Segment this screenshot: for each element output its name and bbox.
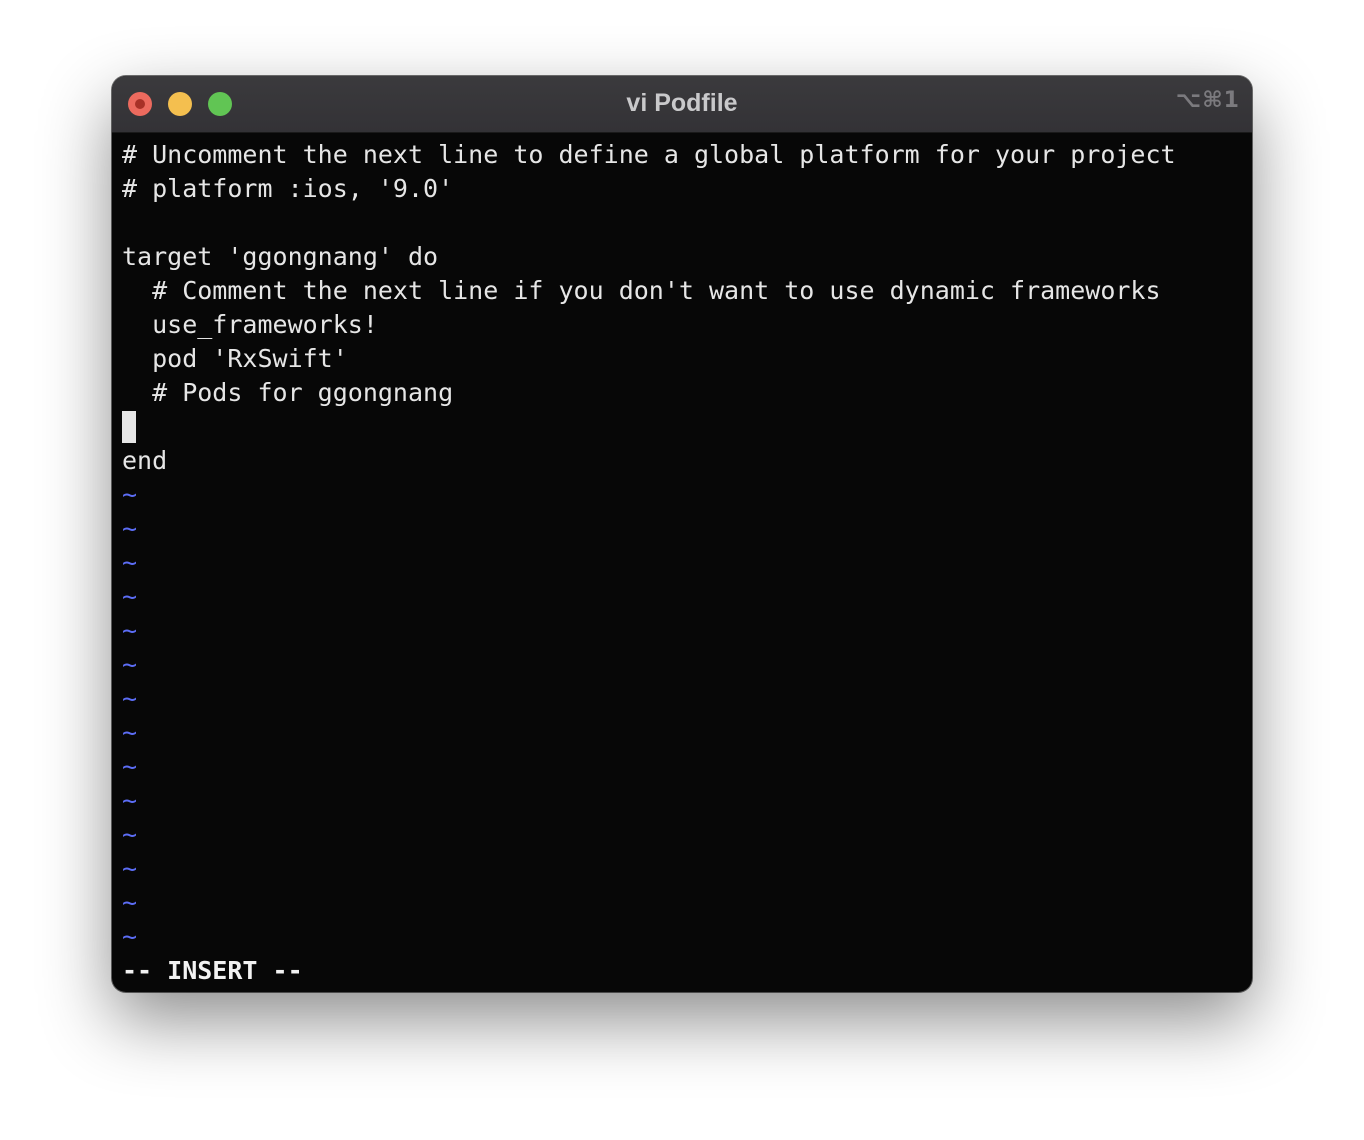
code-line: pod 'RxSwift' xyxy=(122,344,348,373)
window-shortcut: ⌥⌘1 xyxy=(1175,88,1240,113)
empty-line-marker: ~ xyxy=(122,548,138,577)
vim-mode-indicator: -- INSERT -- xyxy=(122,956,303,985)
empty-line-marker: ~ xyxy=(122,480,138,509)
terminal-window: vi Podfile ⌥⌘1 # Uncomment the next line… xyxy=(112,76,1252,992)
cursor-line xyxy=(122,410,1242,444)
empty-line-marker: ~ xyxy=(122,684,138,713)
empty-line-marker: ~ xyxy=(122,650,138,679)
code-line: # platform :ios, '9.0' xyxy=(122,174,454,203)
empty-line-marker: ~ xyxy=(122,752,138,781)
empty-line-marker: ~ xyxy=(122,514,138,543)
title-bar: vi Podfile ⌥⌘1 xyxy=(112,76,1252,133)
empty-line-marker: ~ xyxy=(122,582,138,611)
code-line: # Pods for ggongnang xyxy=(122,378,454,407)
empty-line-marker: ~ xyxy=(122,616,138,645)
editor-buffer[interactable]: # Uncomment the next line to define a gl… xyxy=(122,138,1242,954)
empty-line-marker: ~ xyxy=(122,786,138,815)
empty-line-marker: ~ xyxy=(122,888,138,917)
empty-lines: ~ ~ ~ ~ ~ ~ ~ ~ ~ ~ ~ ~ ~ ~ xyxy=(122,478,1242,954)
empty-line-marker: ~ xyxy=(122,854,138,883)
code-line: # Uncomment the next line to define a gl… xyxy=(122,140,1176,169)
code-line: use_frameworks! xyxy=(122,310,378,339)
text-cursor xyxy=(122,411,136,443)
code-line: end xyxy=(122,446,168,475)
window-title: vi Podfile xyxy=(626,89,738,117)
empty-line-marker: ~ xyxy=(122,922,138,951)
empty-line-marker: ~ xyxy=(122,820,138,849)
code-line: # Comment the next line if you don't wan… xyxy=(122,276,1161,305)
code-line: target 'ggongnang' do xyxy=(122,242,439,271)
empty-line-marker: ~ xyxy=(122,718,138,747)
